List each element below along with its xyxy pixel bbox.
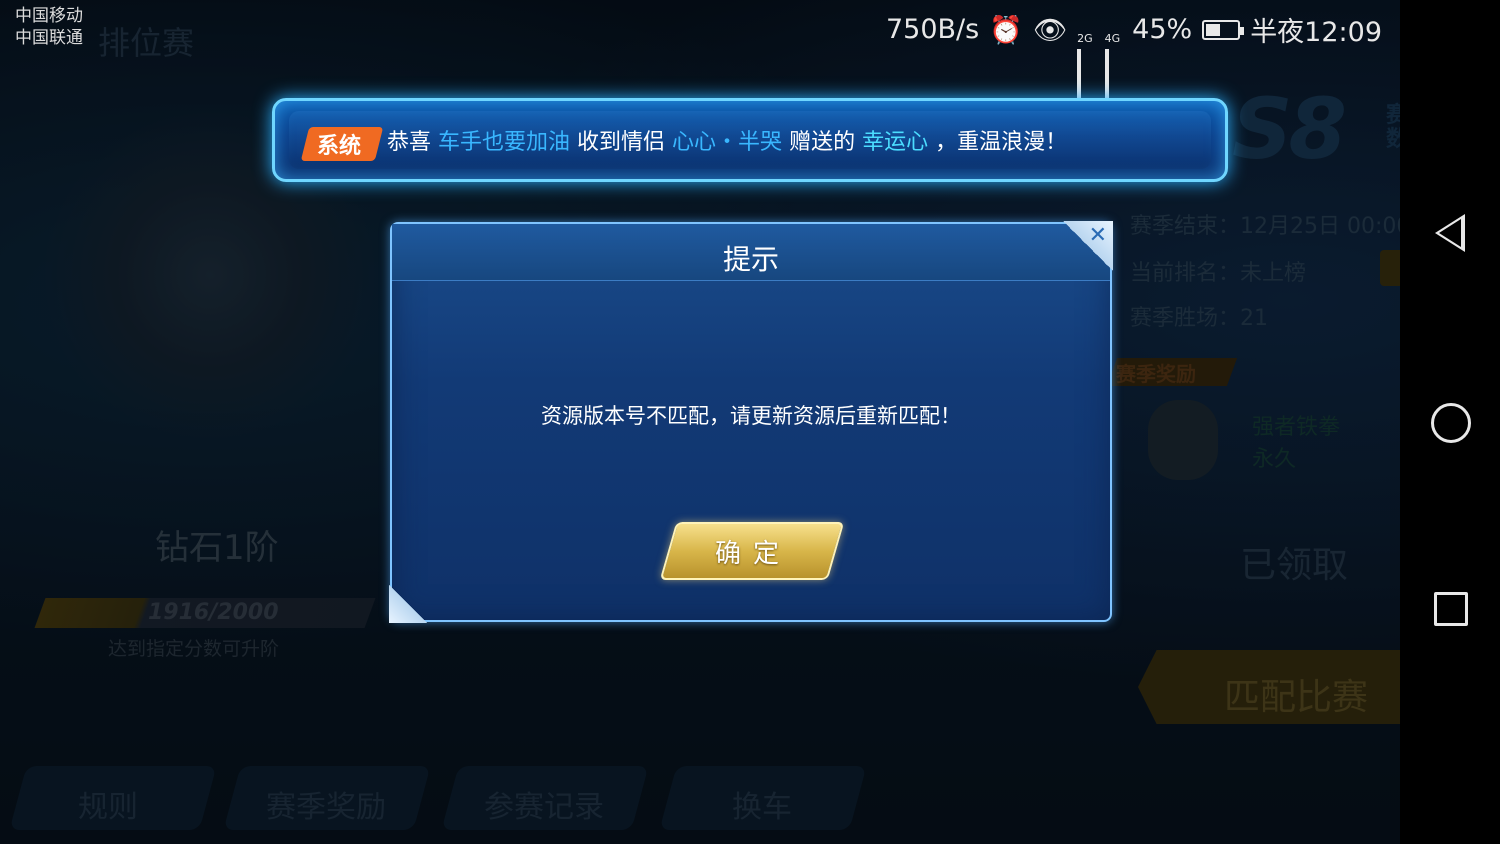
dialog-message: 资源版本号不匹配，请更新资源后重新匹配！ — [541, 404, 961, 428]
navigation-bar — [1400, 0, 1500, 844]
corner-decoration — [389, 585, 427, 623]
back-icon[interactable] — [1435, 214, 1465, 252]
signal-2g-icon: 2G — [1077, 18, 1095, 111]
receiver-name: 心心・半哭 — [672, 130, 783, 155]
home-icon[interactable] — [1431, 403, 1471, 443]
close-icon[interactable]: ✕ — [1089, 223, 1107, 249]
close-button[interactable]: ✕ — [1063, 221, 1113, 271]
dialog-title: 提示 — [722, 243, 779, 276]
battery-percent: 45% — [1132, 14, 1193, 45]
confirm-button-label[interactable]: 确定 — [668, 533, 838, 570]
eye-comfort-icon: 👁 — [1032, 14, 1068, 46]
broadcast-message: 恭喜 车手也要加油 收到情侣 心心・半哭 赠送的 幸运心 ，重温浪漫！ — [387, 130, 1068, 155]
status-indicators: 750B/s ⏰ 👁 2G 4G 45% 半夜12:09 — [885, 10, 1382, 111]
net-speed: 750B/s — [885, 14, 980, 45]
recent-apps-icon[interactable] — [1434, 592, 1468, 626]
sender-name: 车手也要加油 — [438, 130, 571, 155]
battery-icon — [1202, 19, 1245, 40]
clock: 半夜12:09 — [1250, 17, 1382, 48]
system-broadcast-banner: 系统 恭喜 车手也要加油 收到情侣 心心・半哭 赠送的 幸运心 ，重温浪漫！ — [272, 98, 1228, 182]
status-bar: 中国移动 中国联通 750B/s ⏰ 👁 2G 4G 45% 半夜12:09 — [0, 0, 1400, 111]
gift-name: 幸运心 — [862, 130, 929, 155]
alert-dialog: 提示 ✕ 资源版本号不匹配，请更新资源后重新匹配！ 确定 — [389, 221, 1113, 623]
carrier-info: 中国移动 中国联通 — [15, 6, 83, 48]
alarm-icon: ⏰ — [989, 14, 1023, 46]
signal-4g-icon: 4G — [1104, 18, 1123, 111]
system-badge-label: 系统 — [317, 134, 362, 159]
